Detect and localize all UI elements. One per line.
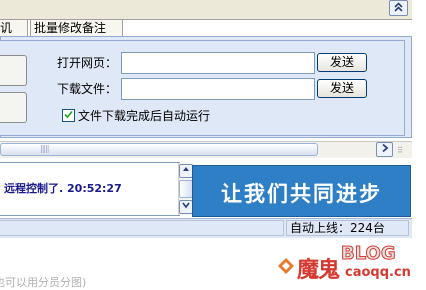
open-url-label: 打开网页： xyxy=(57,56,118,70)
download-file-input[interactable] xyxy=(121,78,315,100)
auto-run-checkbox[interactable] xyxy=(62,109,75,122)
resize-grip-icon[interactable]: ⠿ xyxy=(397,146,403,155)
online-count-status: 自动上线：224台 xyxy=(286,220,409,236)
chevron-right-icon xyxy=(381,143,389,156)
tab-partial[interactable]: 讥 xyxy=(0,19,28,37)
tab-batch-edit-notes-label: 批量修改备注 xyxy=(34,21,107,35)
auto-run-label: 文件下载完成后自动运行 xyxy=(78,109,211,123)
log-scroll-thumb[interactable] xyxy=(179,180,193,198)
open-url-input[interactable] xyxy=(121,52,315,74)
tab-batch-edit-notes[interactable]: 批量修改备注 xyxy=(30,19,123,37)
log-line: 远程控制了. 20:52:27 xyxy=(4,182,122,195)
status-panel-main xyxy=(0,220,284,236)
tab-strip xyxy=(0,0,412,20)
open-url-send-button[interactable]: 发送 xyxy=(317,53,367,72)
watermark-main-text: 魔鬼 xyxy=(297,257,340,283)
watermark-blog-text: BLOG xyxy=(341,243,397,265)
chevron-down-icon xyxy=(182,202,190,212)
tab-partial-label: 讥 xyxy=(0,21,13,35)
scroll-grip-icon: ||||| xyxy=(40,144,50,153)
checkmark-icon xyxy=(64,110,73,122)
scroll-up-button[interactable] xyxy=(389,0,408,16)
download-file-label: 下载文件： xyxy=(57,82,118,96)
watermark-domain-text: caoqq.cn xyxy=(345,265,411,280)
download-send-button[interactable]: 发送 xyxy=(317,79,367,98)
left-action-button-1[interactable] xyxy=(0,55,27,86)
triangle-up-icon xyxy=(182,166,190,176)
double-chevron-up-icon xyxy=(393,2,404,16)
watermark-logo-icon xyxy=(277,257,295,275)
promo-banner-text: 让我们共同进步 xyxy=(221,181,382,206)
clipped-background-text: 也可以用分员分图) xyxy=(0,276,87,289)
scroll-right-button[interactable] xyxy=(376,142,393,157)
log-scroll-down-button[interactable] xyxy=(179,200,193,214)
left-action-button-2[interactable] xyxy=(0,92,27,123)
log-scroll-up-button[interactable] xyxy=(179,164,193,178)
